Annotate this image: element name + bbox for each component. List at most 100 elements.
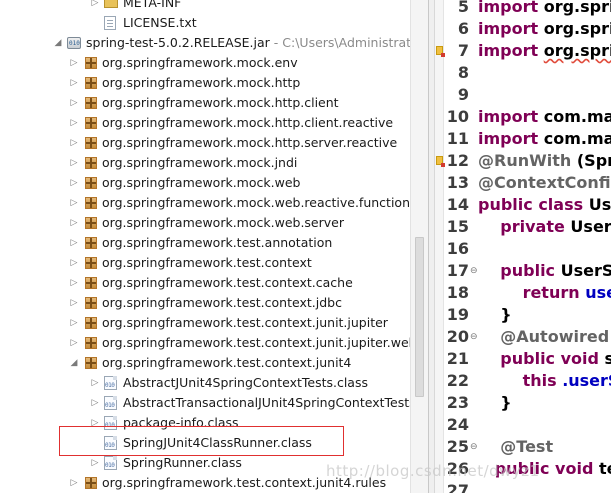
line-number: 21 [446, 349, 469, 368]
tree-expand-toggle[interactable]: ▷ [68, 277, 80, 289]
folder-icon [104, 0, 120, 10]
code-token: org.sprin [543, 19, 611, 38]
pane-splitter[interactable] [428, 0, 435, 493]
line-number: 15 [446, 217, 469, 236]
tree-expand-toggle[interactable]: ▷ [68, 57, 80, 69]
tree-item-text: org.springframework.test.context.cache [102, 275, 353, 290]
tree-collapse-toggle[interactable]: ◢ [52, 37, 64, 49]
tree-item[interactable]: ◢ 010 spring-test-5.0.2.RELEASE.jar - C:\Us… [0, 33, 428, 53]
tree-expand-toggle[interactable]: ▷ [68, 217, 80, 229]
code-token: this [522, 371, 557, 390]
tree-item-label: org.springframework.mock.web.reactive.fu… [102, 195, 428, 211]
tree-item[interactable]: ▷ org.springframework.mock.web [0, 173, 428, 193]
tree-item[interactable]: ▷ org.springframework.mock.jndi [0, 153, 428, 173]
code-line[interactable]: import org.sprin [478, 40, 611, 62]
tree-item[interactable]: ▷ org.springframework.mock.http.client [0, 93, 428, 113]
code-token: org.sprin [543, 0, 611, 16]
tree-item-label: org.springframework.mock.web [102, 175, 300, 191]
tree-expand-toggle[interactable]: ▷ [68, 317, 80, 329]
tree-item-label: org.springframework.test.context.jdbc [102, 295, 342, 311]
code-line[interactable]: import com.mav [478, 106, 611, 128]
tree-item[interactable]: ▷ META-INF [0, 0, 428, 13]
code-token: org.sprin [543, 41, 611, 60]
tree-item[interactable]: ▷ 010 package-info.class [0, 413, 428, 433]
class-file-icon: 010 [104, 456, 120, 470]
tree-item[interactable]: ▷ org.springframework.test.context.cache [0, 273, 428, 293]
tree-expand-toggle[interactable]: ▷ [89, 457, 101, 469]
tree-item[interactable]: ▷ org.springframework.test.annotation [0, 233, 428, 253]
tree-item[interactable]: ▷ 010 AbstractJUnit4SpringContextTests.cla… [0, 373, 428, 393]
code-line[interactable]: return userS [478, 282, 611, 304]
code-line[interactable]: import com.mav [478, 128, 611, 150]
tree-item[interactable]: ▷ org.springframework.mock.env [0, 53, 428, 73]
code-line[interactable]: import org.sprin [478, 18, 611, 40]
tree-item[interactable]: ▷ org.springframework.mock.http [0, 73, 428, 93]
tree-item-text: org.springframework.test.context.junit.j… [102, 335, 417, 350]
package-explorer-tree[interactable]: ▷ META-INF LICENSE.txt ◢ 010 spring-test-5.0.… [0, 0, 428, 493]
code-line[interactable]: @Test [478, 436, 553, 458]
package-icon [83, 176, 99, 190]
tree-expand-toggle[interactable]: ▷ [68, 257, 80, 269]
code-line[interactable]: @ContextConfig [478, 172, 611, 194]
line-number: 22 [446, 371, 469, 390]
package-icon [83, 336, 99, 350]
tree-item-text: org.springframework.test.annotation [102, 235, 333, 250]
code-line[interactable]: @Autowired [478, 326, 609, 348]
code-line[interactable]: this .userSer [478, 370, 611, 392]
tree-item[interactable]: ▷ org.springframework.mock.http.client.re… [0, 113, 428, 133]
tree-item-label: SpringJUnit4ClassRunner.class [123, 435, 312, 451]
tree-scrollbar[interactable] [410, 0, 428, 493]
tree-expand-toggle[interactable]: ▷ [68, 117, 80, 129]
tree-expand-toggle[interactable]: ▷ [68, 177, 80, 189]
line-number: 14 [446, 195, 469, 214]
tree-item[interactable]: ▷ org.springframework.test.context.junit.… [0, 333, 428, 353]
code-line[interactable]: public UserSer [478, 260, 611, 282]
tree-expand-toggle[interactable]: ▷ [68, 337, 80, 349]
tree-expand-toggle[interactable]: ▷ [89, 377, 101, 389]
tree-item-text: org.springframework.mock.env [102, 55, 298, 70]
tree-expand-toggle[interactable]: ▷ [68, 237, 80, 249]
fold-toggle-icon[interactable]: ⊖ [470, 260, 478, 282]
tree-expand-toggle[interactable]: ▷ [68, 137, 80, 149]
tree-scrollbar-thumb[interactable] [415, 237, 424, 397]
tree-item[interactable]: 010 SpringJUnit4ClassRunner.class [0, 433, 428, 453]
code-line[interactable]: } [478, 392, 511, 414]
tree-expand-toggle[interactable]: ▷ [89, 397, 101, 409]
warning-marker-icon[interactable] [436, 46, 445, 57]
tree-expand-toggle[interactable]: ▷ [89, 417, 101, 429]
tree-item[interactable]: ▷ org.springframework.mock.web.server [0, 213, 428, 233]
tree-item[interactable]: ▷ 010 AbstractTransactionalJUnit4SpringCon… [0, 393, 428, 413]
code-token: private [500, 217, 565, 236]
tree-expand-toggle[interactable]: ▷ [68, 197, 80, 209]
code-line[interactable]: import org.sprin [478, 0, 611, 18]
tree-item[interactable]: ▷ org.springframework.test.context [0, 253, 428, 273]
tree-expand-toggle[interactable]: ▷ [68, 297, 80, 309]
code-line[interactable]: } [478, 304, 511, 326]
tree-expand-toggle[interactable]: ▷ [68, 157, 80, 169]
line-number: 5 [457, 0, 469, 16]
code-editor[interactable]: 5import org.sprin6import org.sprin7impor… [435, 0, 611, 493]
code-line[interactable]: public void se [478, 348, 611, 370]
tree-item[interactable]: ▷ org.springframework.mock.http.server.re… [0, 133, 428, 153]
code-line[interactable]: public class User [478, 194, 611, 216]
tree-collapse-toggle[interactable]: ◢ [68, 357, 80, 369]
fold-toggle-icon[interactable]: ⊖ [470, 436, 478, 458]
tree-expand-toggle[interactable]: ▷ [68, 97, 80, 109]
warning-marker-icon[interactable] [436, 156, 445, 167]
tree-expand-toggle[interactable]: ▷ [68, 77, 80, 89]
tree-item[interactable]: ▷ org.springframework.test.context.junit.… [0, 313, 428, 333]
tree-item-text: package-info.class [123, 415, 239, 430]
tree-item[interactable]: ▷ org.springframework.test.context.jdbc [0, 293, 428, 313]
fold-toggle-icon[interactable]: ⊖ [470, 326, 478, 348]
tree-item-text: spring-test-5.0.2.RELEASE.jar [86, 35, 270, 50]
tree-expand-toggle[interactable]: ▷ [68, 477, 80, 489]
tree-expand-toggle[interactable]: ▷ [89, 0, 101, 9]
code-line[interactable]: private UserSe [478, 216, 611, 238]
tree-item-text: LICENSE.txt [123, 15, 197, 30]
code-line[interactable]: @RunWith (Sprin [478, 150, 611, 172]
tree-item[interactable]: ◢ org.springframework.test.context.junit4 [0, 353, 428, 373]
tree-item[interactable]: LICENSE.txt [0, 13, 428, 33]
line-number: 9 [457, 85, 469, 104]
tree-item-label: org.springframework.mock.jndi [102, 155, 297, 171]
tree-item[interactable]: ▷ org.springframework.mock.web.reactive.f… [0, 193, 428, 213]
